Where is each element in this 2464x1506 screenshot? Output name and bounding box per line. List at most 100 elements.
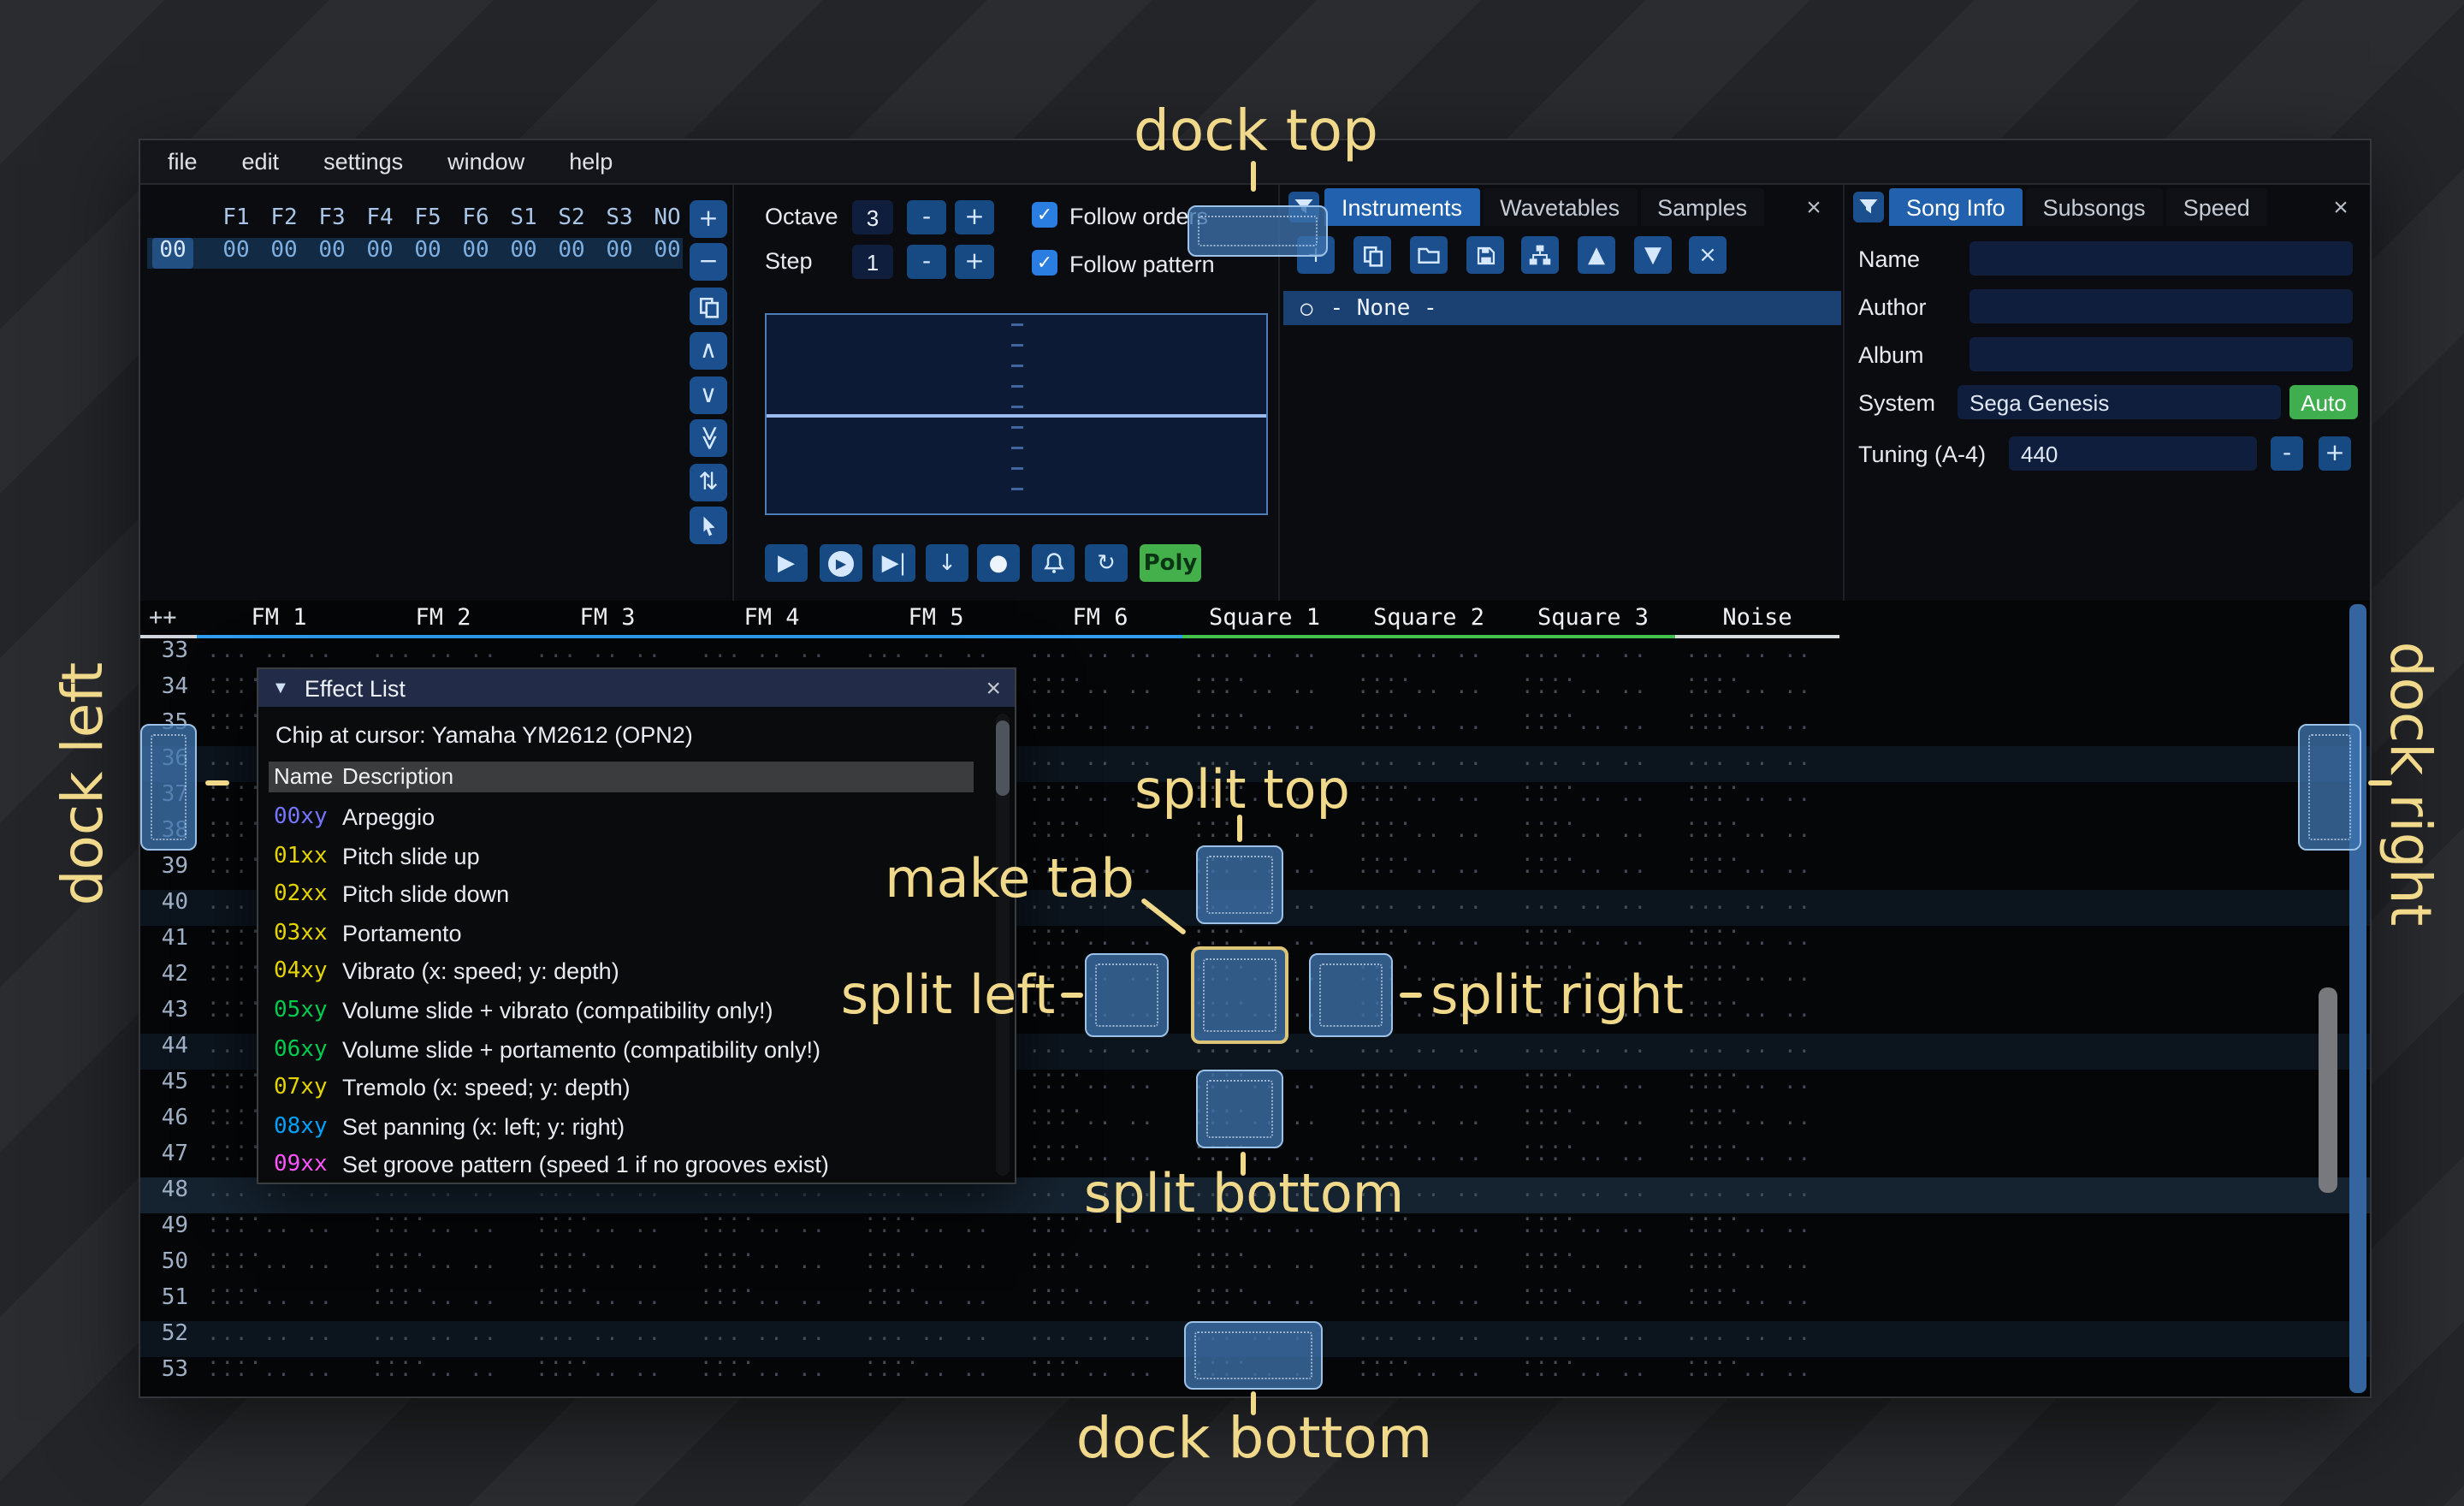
split-target-bottom[interactable] <box>1196 1070 1283 1148</box>
instrument-save-button[interactable] <box>1466 236 1504 274</box>
pattern-cell[interactable]: ... .. .. .... <box>1511 746 1675 782</box>
pattern-cell[interactable]: ... .. .. .... <box>1511 1285 1675 1321</box>
pattern-cell[interactable]: ... .. .. .... <box>1018 1357 1182 1393</box>
tuning-minus-button[interactable]: - <box>2271 436 2303 471</box>
pattern-cell[interactable]: ... .. .. .... <box>361 1249 525 1285</box>
pattern-cell[interactable]: ... .. .. .... <box>1018 674 1182 710</box>
menu-item-help[interactable]: help <box>569 149 613 175</box>
play-song-button[interactable]: ▶ <box>820 544 862 582</box>
order-add-button[interactable]: + <box>690 200 727 238</box>
channel-header-square-3[interactable]: Square 3 <box>1511 601 1675 638</box>
pattern-cell[interactable]: ... .. .. .... <box>1675 1249 1839 1285</box>
follow-orders-checkbox[interactable]: ✓ <box>1032 202 1057 228</box>
pattern-cell[interactable]: ... .. .. .... <box>525 1213 690 1249</box>
instruments-close-button[interactable]: × <box>1798 192 1829 222</box>
menu-item-window[interactable]: window <box>447 149 524 175</box>
order-cell[interactable]: 00 <box>264 238 305 269</box>
pattern-cell[interactable]: ... .. .. .... <box>1675 1213 1839 1249</box>
channel-header-square-2[interactable]: Square 2 <box>1347 601 1511 638</box>
step-minus-button[interactable]: - <box>907 245 946 279</box>
pattern-cell[interactable]: ... .. .. .... <box>1675 1034 1839 1070</box>
author-field[interactable] <box>1969 289 2353 323</box>
effect-row[interactable]: 09xxSet groove pattern (speed 1 if no gr… <box>258 1147 1015 1186</box>
tab-speed[interactable]: Speed <box>2166 188 2267 226</box>
menu-item-file[interactable]: file <box>168 149 198 175</box>
pattern-cell[interactable]: ... .. .. .... <box>1347 674 1511 710</box>
pattern-cell[interactable]: ... .. .. .... <box>1675 890 1839 926</box>
pattern-cell[interactable]: ... .. .. .... <box>1675 674 1839 710</box>
pattern-cell[interactable]: ... .. .. .... <box>1511 1070 1675 1106</box>
poly-mono-button[interactable]: Poly <box>1140 544 1201 582</box>
order-swap-button[interactable]: ⇅ <box>690 464 727 501</box>
pattern-cell[interactable]: ... .. .. .... <box>690 1213 854 1249</box>
effect-list-close-button[interactable]: × <box>986 669 1001 707</box>
order-mouse-mode-button[interactable] <box>690 507 727 544</box>
pattern-cell[interactable]: ... .. .. .... <box>1511 1177 1675 1213</box>
pattern-cell[interactable]: ... .. .. .... <box>1347 1321 1511 1357</box>
order-cell[interactable]: 00 <box>455 238 496 269</box>
pattern-edge-scrollbar[interactable] <box>2349 604 2366 1393</box>
channel-header-fm-4[interactable]: FM 4 <box>690 601 854 638</box>
pattern-cell[interactable]: ... .. .. .... <box>1675 1357 1839 1393</box>
pattern-cell[interactable]: ... .. .. .... <box>1511 1034 1675 1070</box>
pattern-cell[interactable]: ... .. .. .... <box>854 1285 1018 1321</box>
song-info-close-button[interactable]: × <box>2325 192 2356 222</box>
octave-plus-button[interactable]: + <box>955 200 994 234</box>
pattern-cell[interactable]: ... .. .. .... <box>1511 1357 1675 1393</box>
pattern-cell[interactable]: ... .. .. .... <box>1018 1321 1182 1357</box>
instrument-open-button[interactable] <box>1410 236 1448 274</box>
pattern-cell[interactable]: ... .. .. .... <box>1018 710 1182 746</box>
split-target-top[interactable] <box>1196 845 1283 924</box>
pattern-cell[interactable]: ... .. .. .... <box>1675 854 1839 890</box>
order-cell[interactable]: 00 <box>503 238 544 269</box>
pattern-cell[interactable]: ... .. .. .... <box>1347 1034 1511 1070</box>
pattern-cell[interactable]: ... .. .. .... <box>197 1357 361 1393</box>
pattern-cell[interactable]: ... .. .. .... <box>361 1357 525 1393</box>
tuning-plus-button[interactable]: + <box>2319 436 2351 471</box>
step-input[interactable]: 1 <box>852 245 893 279</box>
pattern-cell[interactable]: ... .. .. .... <box>525 1285 690 1321</box>
pattern-cell[interactable]: ... .. .. .... <box>197 1249 361 1285</box>
pattern-cell[interactable]: ... .. .. .... <box>361 1285 525 1321</box>
effect-list-titlebar[interactable]: ▼ Effect List × <box>258 669 1015 707</box>
pattern-cell[interactable]: ... .. .. .... <box>1511 782 1675 818</box>
pattern-cell[interactable]: ... .. .. .... <box>1182 1285 1347 1321</box>
pattern-cell[interactable]: ... .. .. .... <box>525 1249 690 1285</box>
pattern-cell[interactable]: ... .. .. .... <box>1675 782 1839 818</box>
channel-header-noise[interactable]: Noise <box>1675 601 1839 638</box>
channel-header-fm-6[interactable]: FM 6 <box>1018 601 1182 638</box>
pattern-cell[interactable]: ... .. .. .... <box>1018 1249 1182 1285</box>
octave-minus-button[interactable]: - <box>907 200 946 234</box>
pattern-cell[interactable]: ... .. .. .... <box>1347 890 1511 926</box>
step-row-button[interactable]: ↓ <box>926 544 968 582</box>
order-deep-clone-button[interactable]: ≫ <box>690 419 727 457</box>
song-info-filter-button[interactable] <box>1853 192 1884 222</box>
pattern-cell[interactable]: ... .. .. .... <box>197 1285 361 1321</box>
pattern-cell[interactable]: ... .. .. .... <box>854 1357 1018 1393</box>
order-cell[interactable]: 00 <box>551 238 592 269</box>
dock-target-left[interactable] <box>140 724 197 851</box>
channel-header-square-1[interactable]: Square 1 <box>1182 601 1347 638</box>
pattern-cell[interactable]: ... .. .. .... <box>1347 1070 1511 1106</box>
pattern-cell[interactable]: ... .. .. .... <box>1511 638 1675 674</box>
pattern-cell[interactable]: ... .. .. .... <box>1018 1034 1182 1070</box>
tab-wavetables[interactable]: Wavetables <box>1483 188 1637 226</box>
pattern-cell[interactable]: ... .. .. .... <box>1511 818 1675 854</box>
pattern-cell[interactable]: ... .. .. .... <box>1347 782 1511 818</box>
pattern-cell[interactable]: ... .. .. .... <box>525 1321 690 1357</box>
make-tab-target[interactable] <box>1191 946 1288 1044</box>
pattern-cell[interactable]: ... .. .. .... <box>1511 1213 1675 1249</box>
pattern-cell[interactable]: ... .. .. .... <box>1182 1249 1347 1285</box>
pattern-cell[interactable]: ... .. .. .... <box>690 1249 854 1285</box>
pattern-cell[interactable]: ... .. .. .... <box>1675 638 1839 674</box>
channel-header-fm-2[interactable]: FM 2 <box>361 601 525 638</box>
pattern-cell[interactable]: ... .. .. .... <box>1675 1141 1839 1177</box>
menu-item-edit[interactable]: edit <box>242 149 280 175</box>
tab-subsongs[interactable]: Subsongs <box>2026 188 2163 226</box>
pattern-cell[interactable]: ... .. .. .... <box>1347 854 1511 890</box>
pattern-cell[interactable]: ... .. .. .... <box>1511 1249 1675 1285</box>
pattern-cell[interactable]: ... .. .. .... <box>1511 926 1675 962</box>
order-cell[interactable]: 00 <box>216 238 257 269</box>
pattern-cell[interactable]: ... .. .. .... <box>1347 746 1511 782</box>
pattern-cell[interactable]: ... .. .. .... <box>1347 1285 1511 1321</box>
